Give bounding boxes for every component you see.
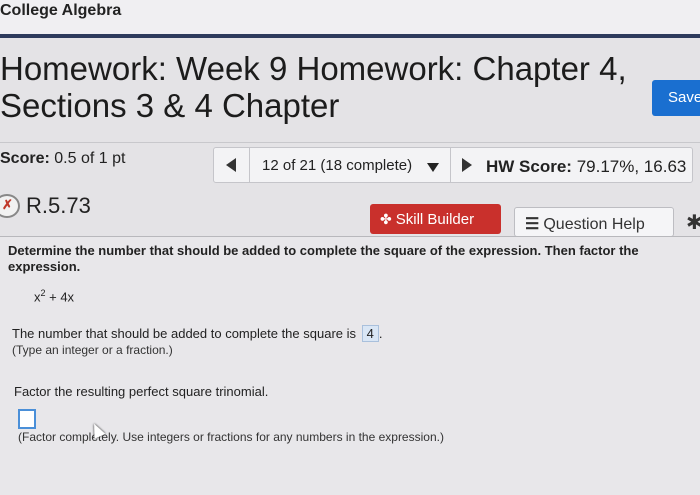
question-navigator: 12 of 21 (18 complete) HW Score: 79.17%,…	[213, 147, 693, 183]
question-id: R.5.73	[26, 193, 91, 218]
question-content: Determine the number that should be adde…	[0, 237, 700, 495]
previous-question-icon[interactable]	[226, 158, 236, 172]
score-value: 0.5 of 1 pt	[54, 150, 126, 167]
homework-title: Homework: Week 9 Homework: Chapter 4, Se…	[0, 50, 627, 124]
top-bar: College Algebra	[0, 0, 700, 38]
question-instruction: Determine the number that should be adde…	[8, 243, 639, 274]
question-help-label: Question Help	[543, 216, 645, 233]
factor-answer-input[interactable]	[18, 409, 36, 429]
skill-builder-label: Skill Builder	[395, 211, 475, 228]
question-help-button[interactable]: ☰ Question Help	[514, 207, 674, 237]
course-title: College Algebra	[0, 2, 122, 19]
skill-builder-button[interactable]: ✤ Skill Builder	[370, 204, 501, 234]
factor-hint: (Factor completely. Use integers or frac…	[18, 430, 444, 444]
chevron-down-icon[interactable]	[427, 163, 439, 172]
answer-line: The number that should be added to compl…	[12, 325, 383, 342]
score-label: Score:	[0, 150, 50, 167]
next-question-icon[interactable]	[462, 158, 472, 172]
divider	[0, 142, 700, 143]
skill-builder-icon: ✤	[380, 211, 392, 227]
question-score: Score: 0.5 of 1 pt	[0, 150, 125, 168]
partial-credit-icon: ✗	[0, 194, 20, 218]
factor-prompt: Factor the resulting perfect square trin…	[14, 384, 269, 399]
hw-score-value: 79.17%, 16.63	[576, 157, 687, 176]
answer-hint: (Type an integer or a fraction.)	[12, 343, 173, 357]
divider	[249, 148, 250, 182]
expression: x2 + 4x	[34, 288, 75, 305]
question-nav-select[interactable]: 12 of 21 (18 complete)	[262, 157, 412, 174]
divider	[450, 148, 451, 182]
hw-score-label: HW Score:	[486, 157, 572, 176]
gear-icon[interactable]: ✱	[686, 210, 700, 235]
answer-prompt: The number that should be added to compl…	[12, 326, 356, 341]
save-button[interactable]: Save	[652, 80, 700, 116]
list-icon: ☰	[525, 216, 540, 233]
hw-score: HW Score: 79.17%, 16.63	[486, 157, 686, 177]
answer-field[interactable]: 4	[361, 325, 379, 342]
